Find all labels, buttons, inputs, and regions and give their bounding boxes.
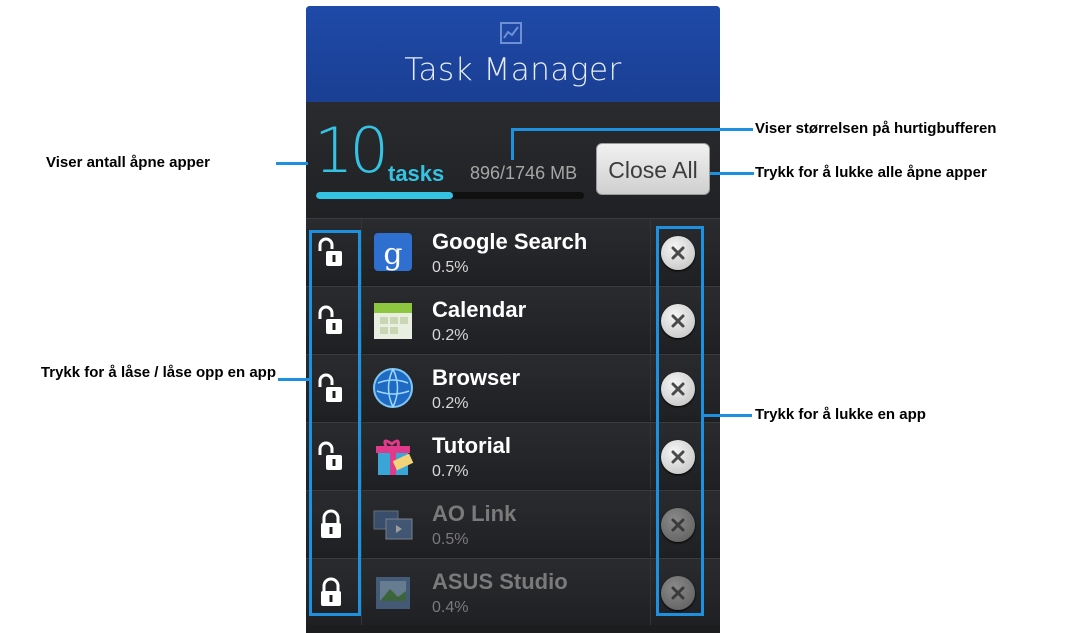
callout-line-lock	[278, 378, 310, 381]
app-name: Calendar	[432, 297, 527, 322]
column-divider	[361, 559, 362, 625]
close-column-highlight	[656, 226, 704, 616]
google-search-icon: g	[374, 233, 412, 272]
column-divider	[650, 559, 651, 625]
callout-lock-unlock: Trykk for å låse / låse opp en app	[40, 364, 276, 381]
task-count-label: tasks	[388, 161, 445, 186]
task-count: 10	[314, 114, 389, 187]
column-divider	[361, 355, 362, 421]
column-divider	[650, 491, 651, 557]
column-divider	[361, 219, 362, 285]
column-divider	[650, 219, 651, 285]
column-divider	[361, 423, 362, 489]
app-name: ASUS Studio	[432, 569, 568, 594]
chart-icon	[500, 22, 522, 44]
lock-column-highlight	[309, 230, 361, 616]
callout-line-cache	[511, 128, 753, 131]
memory-bar	[316, 192, 584, 199]
app-usage: 0.4%	[432, 599, 469, 616]
app-usage: 0.5%	[432, 531, 469, 548]
column-divider	[650, 287, 651, 353]
app-name: Tutorial	[432, 433, 512, 458]
asus-studio-icon	[376, 577, 410, 609]
app-usage: 0.7%	[432, 463, 469, 480]
callout-open-apps: Viser antall åpne apper	[46, 154, 210, 171]
tutorial-gift-icon	[376, 439, 414, 475]
callout-cache-size: Viser størrelsen på hurtigbufferen	[755, 120, 997, 137]
callout-close-all: Trykk for å lukke alle åpne apper	[755, 164, 987, 181]
callout-line-cache-stem	[511, 128, 514, 160]
app-name: AO Link	[432, 501, 517, 526]
callout-line-open-apps	[276, 162, 308, 165]
app-usage: 0.5%	[432, 259, 469, 276]
callout-line-close-all	[710, 172, 754, 175]
callout-line-close-app	[704, 414, 752, 417]
callout-close-app: Trykk for å lukke en app	[755, 406, 926, 423]
memory-bar-fill	[316, 192, 454, 199]
page-title: Task Manager	[404, 52, 622, 88]
calendar-icon	[374, 303, 412, 339]
header-bar: Task Manager	[306, 6, 720, 102]
memory-readout: 896/1746 MB	[470, 163, 578, 183]
column-divider	[361, 287, 362, 353]
column-divider	[361, 491, 362, 557]
column-divider	[650, 355, 651, 421]
app-usage: 0.2%	[432, 327, 469, 344]
app-name: Google Search	[432, 229, 588, 254]
app-usage: 0.2%	[432, 395, 469, 412]
close-all-button[interactable]: Close All	[596, 143, 710, 195]
browser-globe-icon	[373, 368, 413, 408]
ao-link-icon	[373, 510, 413, 540]
app-name: Browser	[432, 365, 521, 390]
column-divider	[650, 423, 651, 489]
svg-text:g: g	[383, 237, 402, 272]
